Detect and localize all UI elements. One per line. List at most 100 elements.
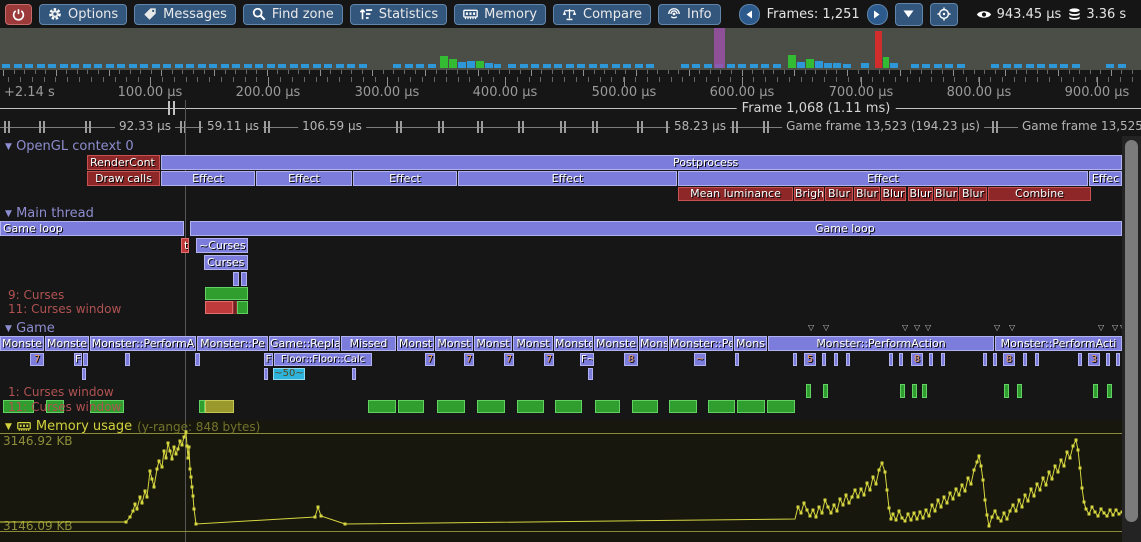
zone-bar[interactable]: Curses (204, 255, 248, 270)
zone-bar[interactable] (899, 353, 903, 366)
zone-bar[interactable]: 7 (30, 353, 44, 366)
zone-bar[interactable]: F~ (580, 353, 594, 366)
zone-bar[interactable]: Draw calls (87, 171, 160, 186)
memory-button[interactable]: Memory (454, 4, 546, 25)
zone-bar[interactable] (82, 368, 86, 380)
lock-label[interactable]: 11: Curses window (8, 302, 121, 316)
zone-bar[interactable] (1017, 384, 1022, 398)
zone-bar[interactable]: Monste (0, 336, 44, 351)
zone-bar[interactable]: 8 (911, 353, 923, 366)
zone-bar[interactable] (846, 353, 850, 366)
scrollbar-thumb[interactable] (1125, 140, 1138, 522)
zone-bar[interactable] (1116, 353, 1120, 366)
zone-bar[interactable] (83, 353, 88, 366)
options-button[interactable]: Options (39, 4, 127, 25)
zone-bar[interactable]: Blur (934, 187, 958, 201)
lock-label[interactable]: 11: Curses window (8, 400, 121, 414)
zone-bar[interactable] (983, 353, 987, 366)
zone-bar[interactable]: Monste (45, 336, 89, 351)
zone-bar[interactable]: 7 (425, 353, 435, 366)
collapse-button[interactable] (895, 3, 923, 26)
zone-bar[interactable] (205, 287, 248, 300)
zone-bar[interactable] (823, 384, 828, 398)
zone-bar[interactable]: Effect (161, 171, 255, 186)
zone-bar[interactable] (125, 353, 130, 366)
zone-bar[interactable] (264, 368, 268, 380)
zone-bar[interactable] (1023, 353, 1027, 366)
zone-bar[interactable]: Monster::PerformActi (995, 336, 1122, 351)
zone-bar[interactable]: Blur (881, 187, 906, 201)
zone-bar[interactable] (205, 400, 234, 413)
zone-bar[interactable] (767, 400, 795, 413)
zone-bar[interactable] (822, 353, 826, 366)
zone-bar[interactable]: 5 (804, 353, 816, 366)
zone-bar[interactable]: RenderCont (87, 155, 160, 170)
section-header-game[interactable]: ▼ Game (5, 321, 55, 336)
zone-bar[interactable]: Monste (594, 336, 638, 351)
zone-bar[interactable]: Effec (1089, 171, 1122, 186)
zone-bar[interactable]: Monst (397, 336, 434, 351)
zone-bar[interactable] (237, 301, 248, 314)
zone-bar[interactable] (1078, 353, 1082, 366)
zone-bar[interactable]: Mons (639, 336, 668, 351)
zone-bar[interactable]: Monster::PerformA (90, 336, 196, 351)
section-header-main-thread[interactable]: ▼ Main thread (5, 206, 94, 221)
zone-bar[interactable]: Monster::PerformAction (768, 336, 994, 351)
zone-bar[interactable] (588, 368, 593, 380)
zone-bar[interactable]: Blur (854, 187, 880, 201)
zone-bar[interactable] (735, 353, 739, 366)
zone-bar[interactable]: ~Curses (196, 238, 248, 253)
zone-bar[interactable]: Game::Replay (269, 336, 340, 351)
zone-bar[interactable]: 8 (624, 353, 638, 366)
zone-bar[interactable]: Mean luminance (678, 187, 793, 201)
zone-bar[interactable]: Mons (734, 336, 767, 351)
zone-bar[interactable] (195, 353, 200, 366)
zone-bar[interactable] (368, 400, 396, 413)
zone-bar[interactable] (912, 384, 917, 398)
prev-frame-button[interactable] (739, 4, 760, 25)
zone-bar[interactable] (708, 400, 735, 413)
zone-bar[interactable]: Combine (988, 187, 1091, 201)
zone-bar[interactable] (806, 384, 811, 398)
zone-bar[interactable] (1093, 384, 1098, 398)
zone-bar[interactable] (595, 400, 620, 413)
info-button[interactable]: Info (658, 4, 721, 25)
zone-bar[interactable] (737, 400, 765, 413)
messages-button[interactable]: Messages (134, 4, 236, 25)
zone-bar[interactable]: Effect (458, 171, 677, 186)
zone-bar[interactable] (834, 353, 838, 366)
zone-bar[interactable] (929, 353, 933, 366)
zone-bar[interactable] (477, 400, 505, 413)
zone-bar[interactable]: Monster::Pe (197, 336, 268, 351)
lock-label[interactable]: 9: Curses (8, 288, 64, 302)
zone-bar[interactable]: ~ (694, 353, 706, 366)
zone-bar[interactable]: Monster::Pe (669, 336, 733, 351)
zone-bar[interactable]: 7 (544, 353, 554, 366)
zone-bar[interactable]: ~50~ (273, 368, 305, 380)
zone-bar[interactable]: Floor::Floor::Calc (274, 353, 372, 366)
zone-bar[interactable] (1106, 353, 1110, 366)
zone-bar[interactable] (669, 400, 697, 413)
zone-bar[interactable]: Blur (959, 187, 987, 201)
zone-bar[interactable]: Effect (678, 171, 1088, 186)
zone-bar[interactable]: Monst (435, 336, 473, 351)
zone-bar[interactable] (889, 353, 893, 366)
frame-title[interactable]: Frame 1,068 (1.11 ms) (737, 101, 896, 116)
zone-bar[interactable] (1035, 353, 1039, 366)
power-button[interactable] (5, 4, 32, 25)
lock-label[interactable]: 1: Curses window (8, 385, 114, 399)
zone-bar[interactable]: Game loop (0, 221, 184, 236)
zone-bar[interactable] (941, 353, 945, 366)
zone-bar[interactable]: Effect (353, 171, 457, 186)
zone-bar[interactable]: F (264, 353, 273, 366)
zone-bar[interactable]: 7 (464, 353, 474, 366)
zone-bar[interactable] (190, 221, 1122, 236)
compare-button[interactable]: Compare (553, 4, 651, 25)
find-zone-button[interactable]: Find zone (243, 4, 343, 25)
zone-bar[interactable]: F (74, 353, 82, 366)
zone-bar[interactable] (793, 353, 797, 366)
zone-bar[interactable] (993, 353, 997, 366)
statistics-button[interactable]: Statistics (350, 4, 447, 25)
zone-bar[interactable]: Brigh (794, 187, 824, 201)
zone-bar[interactable] (1107, 384, 1112, 398)
